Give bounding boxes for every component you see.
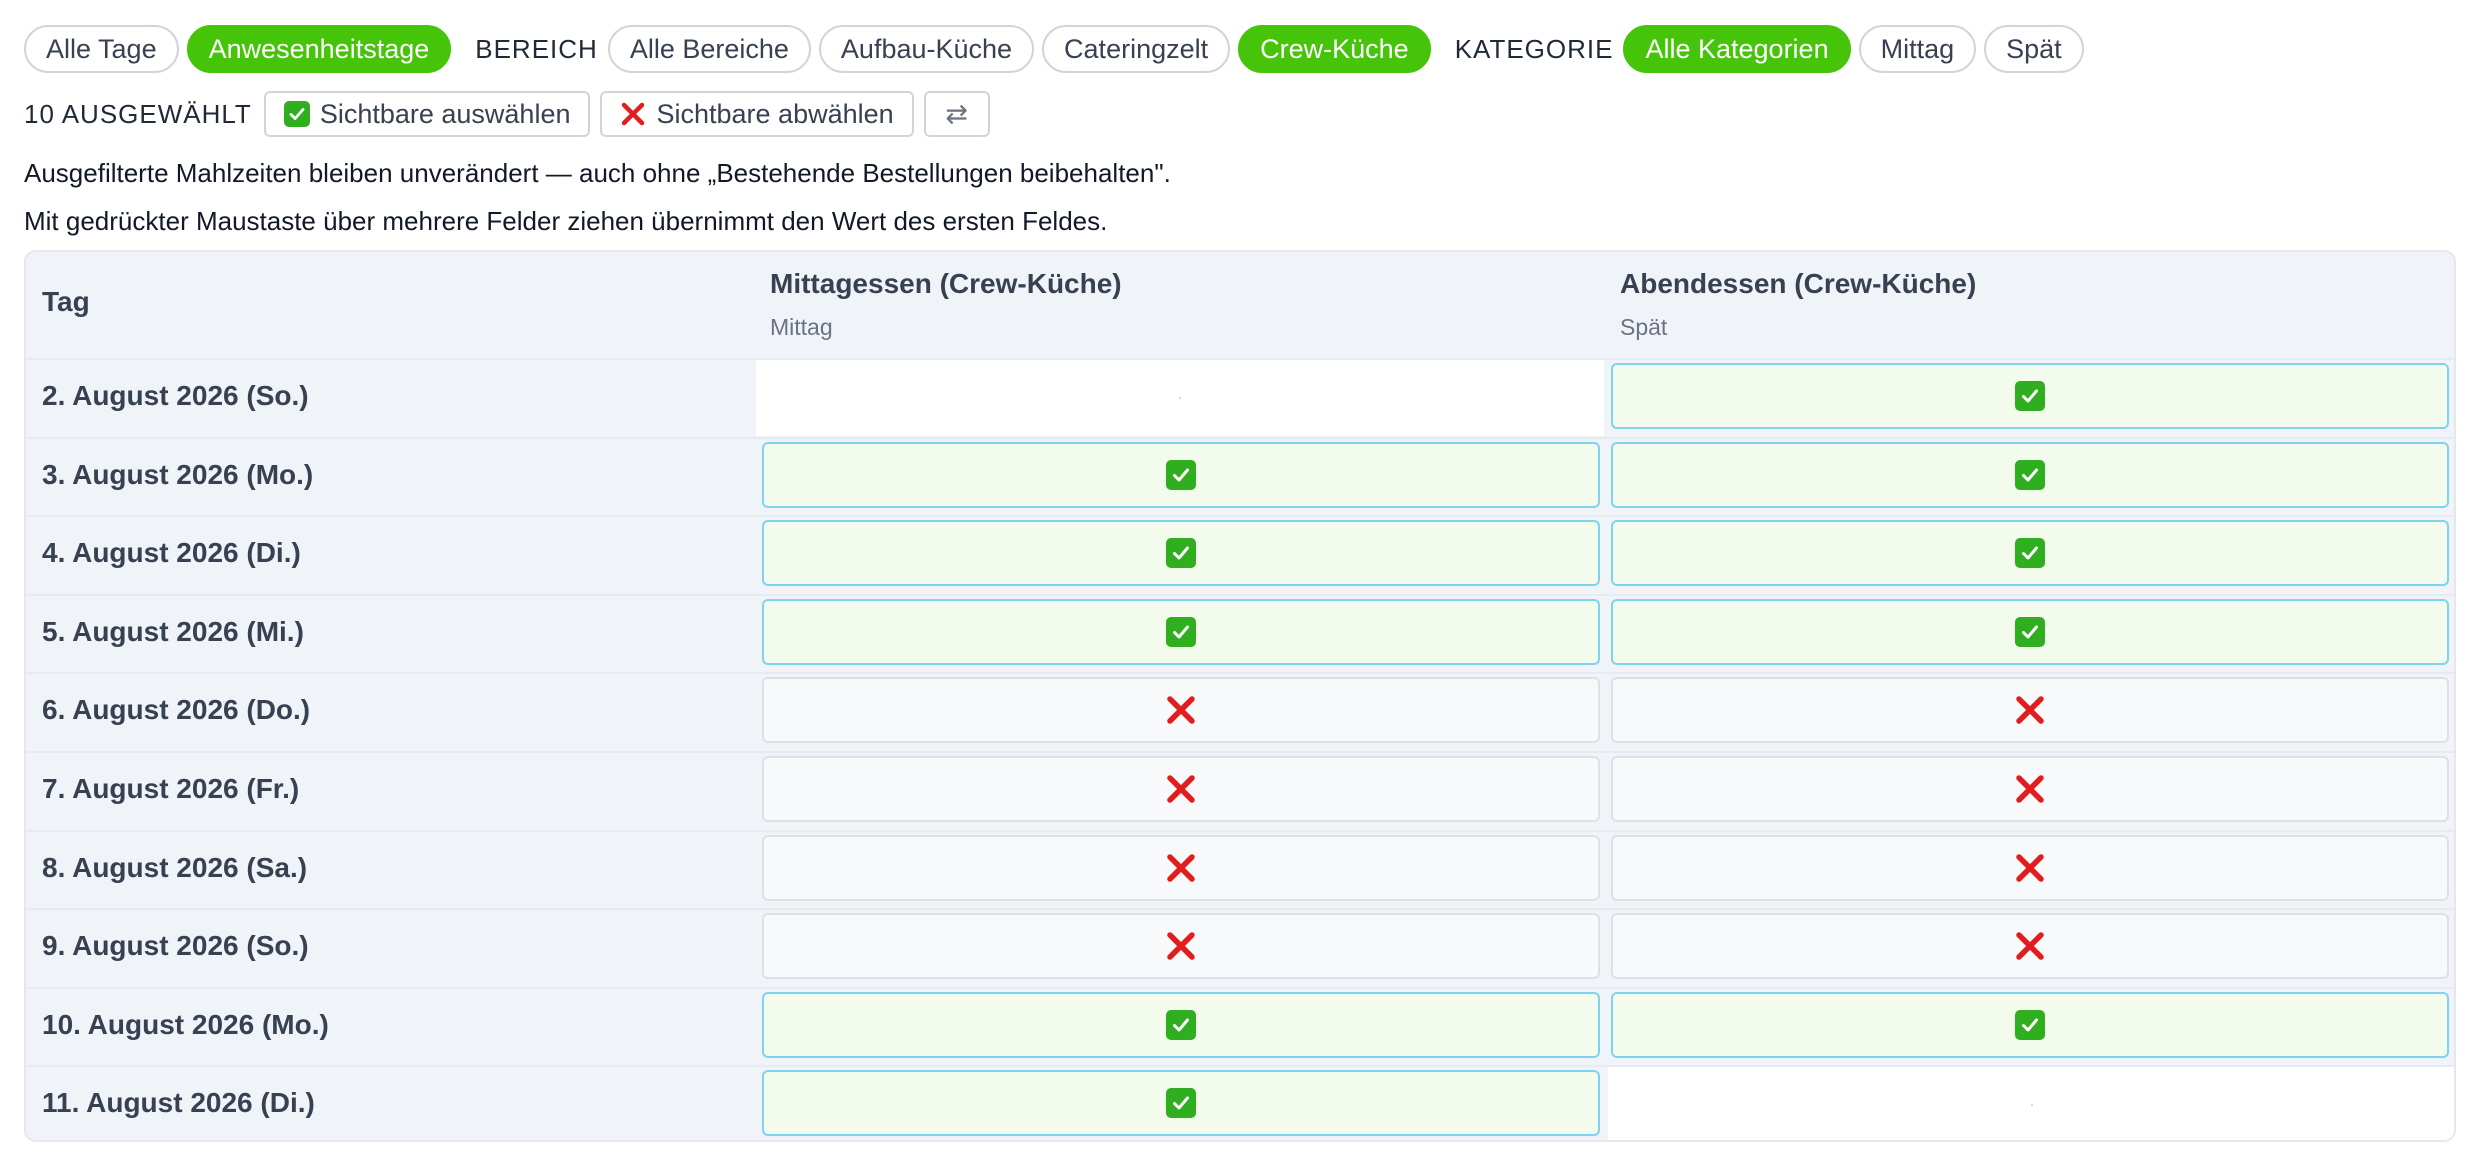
check-icon: [2015, 538, 2045, 569]
lunch-cell[interactable]: [762, 834, 1600, 901]
check-icon: [2015, 459, 2045, 490]
table-row: 9. August 2026 (So.): [26, 908, 2454, 988]
select-visible-button[interactable]: Sichtbare auswählen: [263, 91, 591, 137]
check-icon: [1166, 616, 1196, 647]
day-label: 10. August 2026 (Mo.): [42, 1008, 329, 1040]
day-column-header: Tag: [42, 286, 90, 317]
filter-all-areas[interactable]: Alle Bereiche: [607, 25, 811, 73]
table-row: 5. August 2026 (Mi.): [26, 593, 2454, 674]
day-label: 7. August 2026 (Fr.): [42, 773, 300, 804]
table-row: 4. August 2026 (Di.): [26, 515, 2454, 595]
cross-icon: [1165, 930, 1197, 962]
filter-area-aufbau-kueche[interactable]: Aufbau-Küche: [818, 25, 1035, 73]
cross-icon: [2014, 930, 2046, 962]
lunch-cell: [756, 360, 1604, 436]
dinner-cell: [1608, 1067, 2454, 1140]
check-icon: [1166, 1009, 1196, 1040]
lunch-cell[interactable]: [762, 991, 1600, 1058]
check-icon: [1166, 538, 1196, 569]
lunch-cell[interactable]: [762, 677, 1600, 744]
lunch-cell[interactable]: [762, 598, 1600, 665]
filter-all-categories[interactable]: Alle Kategorien: [1623, 25, 1851, 73]
lunch-cell[interactable]: [762, 913, 1600, 980]
meal-category: Spät: [1620, 314, 1668, 340]
day-label: 8. August 2026 (Sa.): [42, 851, 308, 883]
dinner-cell[interactable]: [1611, 441, 2449, 508]
filter-all-days[interactable]: Alle Tage: [24, 25, 179, 73]
unavailable-dot: [1179, 397, 1181, 399]
filter-category-mittag[interactable]: Mittag: [1858, 25, 1977, 73]
meal-category: Mittag: [770, 314, 833, 340]
dinner-cell[interactable]: [1611, 834, 2449, 901]
day-label: 6. August 2026 (Do.): [42, 694, 311, 726]
meal-planner: Alle Tage Anwesenheitstage BEREICH Alle …: [0, 0, 2480, 1168]
day-label: 2. August 2026 (So.): [42, 380, 309, 411]
select-visible-label: Sichtbare auswählen: [319, 98, 571, 129]
check-icon: [2015, 381, 2045, 411]
cross-icon: [2014, 852, 2046, 884]
deselect-visible-button[interactable]: Sichtbare abwählen: [600, 91, 914, 137]
dinner-cell[interactable]: [1611, 363, 2449, 429]
category-label: KATEGORIE: [1454, 33, 1614, 64]
meal-title: Mittagessen (Crew-Küche): [770, 268, 1122, 299]
deselect-visible-label: Sichtbare abwählen: [656, 98, 894, 129]
day-label: 4. August 2026 (Di.): [42, 537, 301, 569]
day-label: 11. August 2026 (Di.): [42, 1087, 315, 1119]
lunch-cell[interactable]: [762, 520, 1600, 587]
check-icon: [1166, 1088, 1196, 1119]
filter-area-crew-kueche[interactable]: Crew-Küche: [1238, 25, 1431, 73]
lunch-cell[interactable]: [762, 1070, 1600, 1137]
unavailable-dot: [2031, 1104, 2033, 1107]
swap-icon: ⇄: [945, 98, 968, 129]
cross-icon: [1165, 694, 1197, 726]
selected-count: 10 AUSGEWÄHLT: [24, 98, 252, 129]
dinner-cell[interactable]: [1611, 913, 2449, 980]
dinner-cell[interactable]: [1611, 677, 2449, 744]
info-drag-hint: Mit gedrückter Maustaste über mehrere Fe…: [24, 206, 1108, 236]
invert-selection-button[interactable]: ⇄: [923, 91, 990, 137]
info-filtered-meals: Ausgefilterte Mahlzeiten bleiben unverän…: [24, 158, 1171, 188]
filter-category-spaet[interactable]: Spät: [1984, 25, 2084, 73]
table-header: Tag Mittagessen (Crew-Küche) Mittag Aben…: [26, 252, 2454, 358]
check-icon: [2015, 1009, 2045, 1040]
selection-bar: 10 AUSGEWÄHLT Sichtbare auswählen Sichtb…: [24, 90, 990, 138]
cross-icon: [2014, 773, 2046, 805]
meal-table: Tag Mittagessen (Crew-Küche) Mittag Aben…: [24, 250, 2456, 1142]
meal-title: Abendessen (Crew-Küche): [1620, 268, 1977, 299]
table-row: 6. August 2026 (Do.): [26, 672, 2454, 752]
filter-bar: Alle Tage Anwesenheitstage BEREICH Alle …: [24, 24, 2084, 74]
day-label: 3. August 2026 (Mo.): [42, 458, 314, 490]
meal-column-header-dinner: Abendessen (Crew-Küche) Spät: [1620, 268, 1976, 341]
table-row: 10. August 2026 (Mo.): [26, 986, 2454, 1067]
table-row: 2. August 2026 (So.): [26, 358, 2454, 438]
table-row: 11. August 2026 (Di.): [26, 1065, 2454, 1140]
day-label: 9. August 2026 (So.): [42, 930, 309, 962]
dinner-cell[interactable]: [1611, 991, 2449, 1058]
check-icon: [2015, 616, 2045, 647]
lunch-cell[interactable]: [762, 441, 1600, 508]
check-icon: [283, 101, 310, 127]
cross-icon: [1165, 852, 1197, 884]
table-row: 7. August 2026 (Fr.): [26, 751, 2454, 831]
meal-column-header-lunch: Mittagessen (Crew-Küche) Mittag: [770, 268, 1122, 341]
check-icon: [1166, 459, 1196, 490]
dinner-cell[interactable]: [1611, 756, 2449, 822]
day-label: 5. August 2026 (Mi.): [42, 615, 304, 647]
dinner-cell[interactable]: [1611, 520, 2449, 587]
table-row: 8. August 2026 (Sa.): [26, 829, 2454, 910]
cross-icon: [620, 101, 646, 127]
cross-icon: [1165, 773, 1197, 805]
dinner-cell[interactable]: [1611, 598, 2449, 665]
table-row: 3. August 2026 (Mo.): [26, 436, 2454, 517]
filter-attendance-days[interactable]: Anwesenheitstage: [186, 25, 452, 73]
filter-area-cateringzelt[interactable]: Cateringzelt: [1042, 25, 1231, 73]
cross-icon: [2014, 694, 2046, 726]
area-label: BEREICH: [475, 33, 598, 64]
lunch-cell[interactable]: [762, 756, 1600, 822]
